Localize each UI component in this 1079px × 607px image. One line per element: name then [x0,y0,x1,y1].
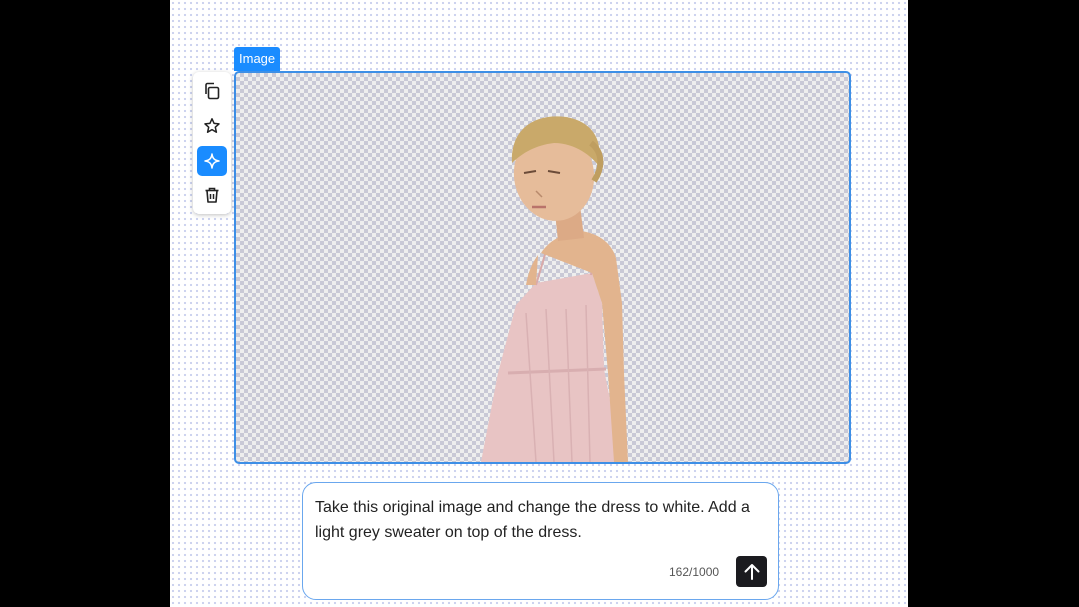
person-image [481,116,628,462]
sparkle-icon [204,153,220,169]
image-block[interactable] [234,71,851,464]
prompt-text[interactable]: Take this original image and change the … [315,495,755,545]
copy-button[interactable] [197,76,227,106]
ai-edit-button[interactable] [197,146,227,176]
send-button[interactable] [736,556,767,587]
trash-icon [205,187,219,203]
image-block-label: Image [234,47,281,71]
arrow-up-icon [744,563,759,580]
delete-button[interactable] [197,180,227,210]
image-toolbar [193,72,231,214]
favorite-button[interactable] [197,111,227,141]
character-counter: 162/1000 [669,565,720,579]
star-icon [204,118,220,133]
copy-icon [205,82,220,100]
prompt-input[interactable]: Take this original image and change the … [302,482,779,600]
